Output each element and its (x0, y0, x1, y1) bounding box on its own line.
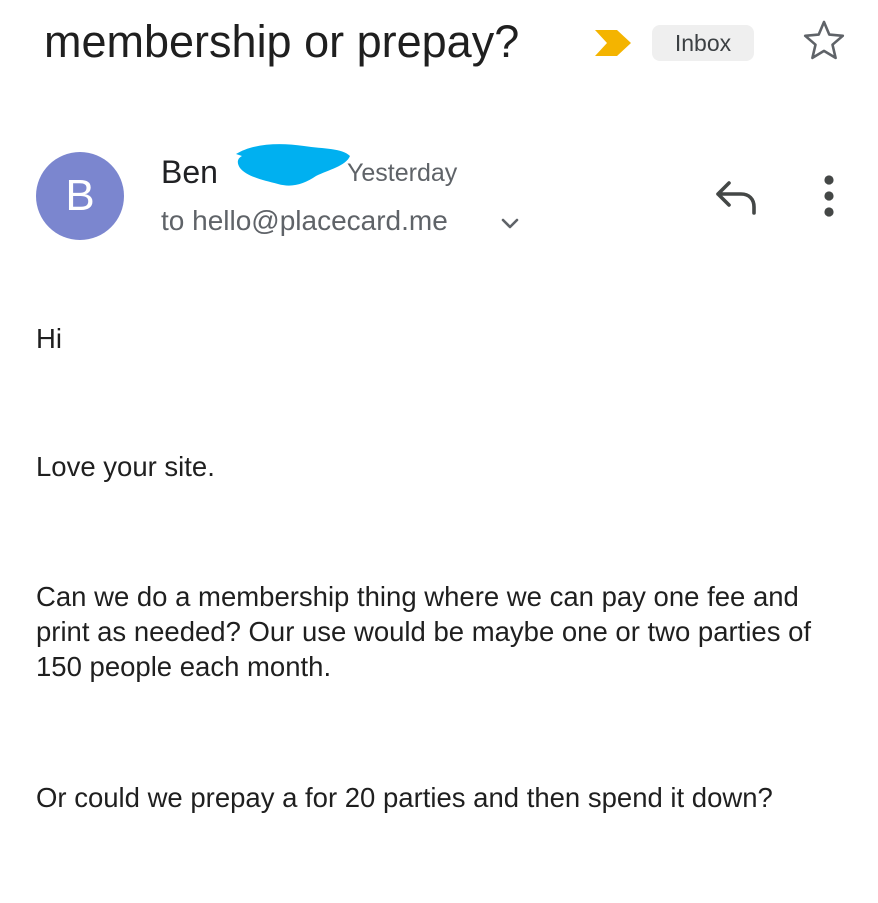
body-paragraph: Or could we prepay a for 20 parties and … (36, 782, 773, 813)
body-paragraph: Can we do a membership thing where we ca… (36, 581, 812, 682)
message-date: Yesterday (347, 159, 458, 187)
sender-name[interactable]: Ben (161, 150, 218, 194)
recipient-line[interactable]: to hello@placecard.me (161, 201, 448, 241)
redaction-scribble (236, 144, 350, 186)
sender-avatar[interactable]: B (36, 152, 124, 240)
reply-icon[interactable] (713, 175, 759, 217)
inbox-label-chip[interactable]: Inbox (652, 25, 754, 61)
chevron-down-icon[interactable] (499, 214, 521, 232)
body-paragraph: Hi (36, 323, 62, 354)
star-icon[interactable] (802, 18, 846, 62)
more-vertical-icon[interactable] (812, 172, 846, 220)
body-paragraph: Love your site. (36, 451, 215, 482)
email-subject: membership or prepay? (44, 16, 520, 67)
subject-header: membership or prepay? Inbox (0, 0, 878, 90)
importance-marker-icon[interactable] (593, 28, 633, 58)
